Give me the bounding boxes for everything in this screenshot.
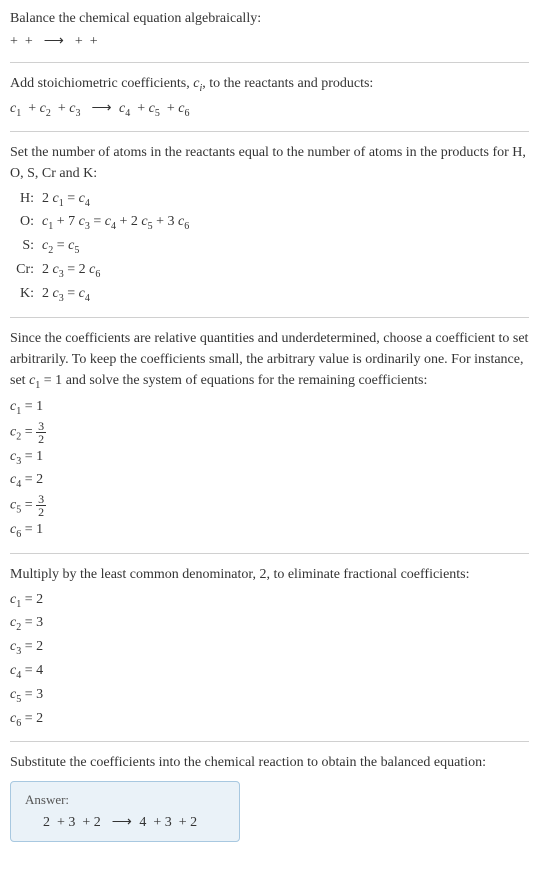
- atom-eq: c2 = c5: [42, 235, 529, 259]
- coef-val: 2: [36, 472, 43, 487]
- coef-row: c2 = 3: [10, 612, 529, 636]
- plus: +: [163, 101, 178, 116]
- fraction: 32: [36, 420, 46, 445]
- coef-row: c1 = 2: [10, 589, 529, 613]
- atom-row: O: c1 + 7 c3 = c4 + 2 c5 + 3 c6: [14, 211, 529, 235]
- section-multiply: Multiply by the least common denominator…: [10, 564, 529, 732]
- section-stoich: Add stoichiometric coefficients, ci, to …: [10, 73, 529, 121]
- plus: +: [54, 101, 69, 116]
- coef-5: 5: [155, 108, 160, 119]
- solve-title-b: and solve the system of equations for th…: [62, 373, 427, 388]
- coef-row: c1 = 1: [10, 396, 529, 420]
- coef-row: c3 = 2: [10, 636, 529, 660]
- atom-table: H: 2 c1 = c4 O: c1 + 7 c3 = c4 + 2 c5 + …: [14, 188, 529, 307]
- section-atoms: Set the number of atoms in the reactants…: [10, 142, 529, 307]
- atom-label: O:: [14, 211, 42, 235]
- frac-den: 2: [36, 506, 46, 518]
- coef-row: c2 = 32: [10, 420, 529, 446]
- atom-row: K: 2 c3 = c4: [14, 283, 529, 307]
- coef-row: c5 = 3: [10, 684, 529, 708]
- stoich-title: Add stoichiometric coefficients, ci, to …: [10, 73, 529, 96]
- fraction: 32: [36, 493, 46, 518]
- stoich-title-b: , to the reactants and products:: [202, 76, 373, 91]
- atom-row: H: 2 c1 = c4: [14, 188, 529, 212]
- divider: [10, 553, 529, 554]
- atom-label: Cr:: [14, 259, 42, 283]
- substitute-title: Substitute the coefficients into the che…: [10, 752, 529, 773]
- coef-row: c6 = 1: [10, 519, 529, 543]
- section-balance: Balance the chemical equation algebraica…: [10, 8, 529, 52]
- atom-eq: c1 + 7 c3 = c4 + 2 c5 + 3 c6: [42, 211, 529, 235]
- coef-val: 2: [36, 711, 43, 726]
- coef-3: 3: [75, 108, 80, 119]
- frac-den: 2: [36, 433, 46, 445]
- plus: +: [134, 101, 149, 116]
- atom-eq: 2 c3 = c4: [42, 283, 529, 307]
- coef-list: c1 = 2 c2 = 3 c3 = 2 c4 = 4 c5 = 3 c6 = …: [10, 589, 529, 732]
- coef-val: 2: [36, 592, 43, 607]
- coef-val: 1: [36, 449, 43, 464]
- arrow-icon: ⟶: [112, 815, 132, 830]
- coef-row: c3 = 1: [10, 446, 529, 470]
- coef-val: 3: [36, 687, 43, 702]
- reaction-text: + + ⟶ + +: [10, 34, 98, 49]
- coef-row: c5 = 32: [10, 493, 529, 519]
- answer-box: Answer: 2 + 3 + 2 ⟶ 4 + 3 + 2: [10, 781, 240, 842]
- divider: [10, 741, 529, 742]
- coef-6: 6: [185, 108, 190, 119]
- balance-title: Balance the chemical equation algebraica…: [10, 8, 529, 29]
- atom-label: S:: [14, 235, 42, 259]
- coef-list: c1 = 1 c2 = 32 c3 = 1 c4 = 2 c5 = 32 c6 …: [10, 396, 529, 542]
- atoms-title: Set the number of atoms in the reactants…: [10, 142, 529, 184]
- arrow-icon: ⟶: [44, 34, 64, 49]
- atom-row: S: c2 = c5: [14, 235, 529, 259]
- coef-val: 3: [36, 615, 43, 630]
- section-solve: Since the coefficients are relative quan…: [10, 328, 529, 543]
- atom-eq: 2 c3 = 2 c6: [42, 259, 529, 283]
- divider: [10, 131, 529, 132]
- answer-equation: 2 + 3 + 2 ⟶ 4 + 3 + 2: [25, 814, 225, 831]
- coef-val: 1: [36, 522, 43, 537]
- solve-title: Since the coefficients are relative quan…: [10, 328, 529, 393]
- coef-4: 4: [125, 108, 130, 119]
- coef-val: 1: [36, 399, 43, 414]
- divider: [10, 317, 529, 318]
- atom-label: K:: [14, 283, 42, 307]
- stoich-title-a: Add stoichiometric coefficients,: [10, 76, 193, 91]
- coef-row: c6 = 2: [10, 708, 529, 732]
- coef-val: 4: [36, 663, 43, 678]
- coef-val: 2: [36, 639, 43, 654]
- balance-reaction: + + ⟶ + +: [10, 31, 529, 52]
- section-substitute: Substitute the coefficients into the che…: [10, 752, 529, 842]
- coef-1: 1: [16, 108, 21, 119]
- plus: +: [25, 101, 40, 116]
- atom-label: H:: [14, 188, 42, 212]
- multiply-title: Multiply by the least common denominator…: [10, 564, 529, 585]
- arrow-icon: ⟶: [91, 101, 111, 116]
- coef-row: c4 = 2: [10, 469, 529, 493]
- answer-label: Answer:: [25, 792, 225, 808]
- divider: [10, 62, 529, 63]
- arrow: ⟶: [84, 101, 119, 116]
- stoich-equation: c1 + c2 + c3 ⟶ c4 + c5 + c6: [10, 98, 529, 121]
- coef-row: c4 = 4: [10, 660, 529, 684]
- solve-1: 1: [35, 379, 40, 390]
- atom-eq: 2 c1 = c4: [42, 188, 529, 212]
- atom-row: Cr: 2 c3 = 2 c6: [14, 259, 529, 283]
- coef-2: 2: [46, 108, 51, 119]
